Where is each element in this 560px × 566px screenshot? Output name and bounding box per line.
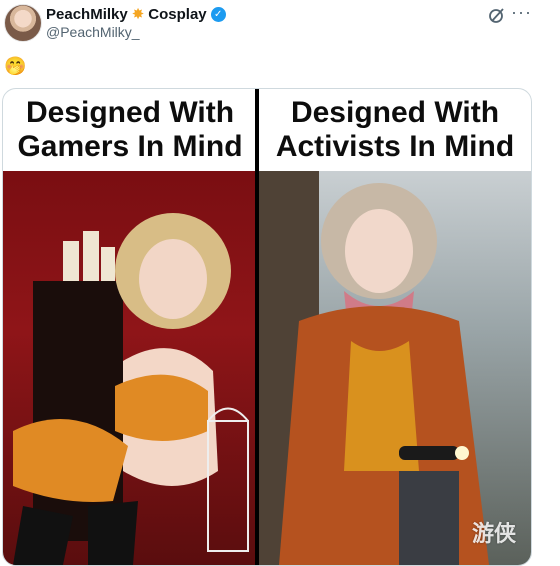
grok-icon[interactable] — [488, 6, 506, 29]
right-title-line1: Designed With — [290, 96, 500, 129]
avatar[interactable] — [4, 4, 42, 42]
left-panel-title: Designed With Gamers In Mind — [3, 89, 257, 171]
author-handle[interactable]: @PeachMilky_ — [46, 24, 140, 40]
right-panel-title: Designed With Activists In Mind — [259, 89, 531, 171]
left-cosplay-photo[interactable] — [3, 171, 255, 565]
right-cosplay-photo[interactable] — [259, 171, 531, 565]
more-options-icon[interactable]: ··· — [511, 2, 532, 23]
watermark: 游侠 — [472, 522, 517, 547]
tweet-text: 🤭 — [4, 56, 27, 76]
left-title-line2: Gamers In Mind — [17, 130, 243, 163]
tweet-media[interactable]: Designed With Gamers In Mind Designed Wi… — [2, 88, 532, 566]
tweet-header: PeachMilky ✸ Cosplay ✓ @PeachMilky_ ··· — [0, 0, 560, 50]
display-name[interactable]: PeachMilky — [46, 6, 128, 23]
display-name-suffix[interactable]: Cosplay — [148, 6, 206, 23]
star-icon: ✸ — [131, 6, 145, 23]
verified-badge-icon: ✓ — [210, 6, 226, 22]
right-title-line2: Activists In Mind — [275, 130, 515, 163]
left-title-line1: Designed With — [25, 96, 235, 129]
author-name-line[interactable]: PeachMilky ✸ Cosplay ✓ — [46, 5, 226, 23]
